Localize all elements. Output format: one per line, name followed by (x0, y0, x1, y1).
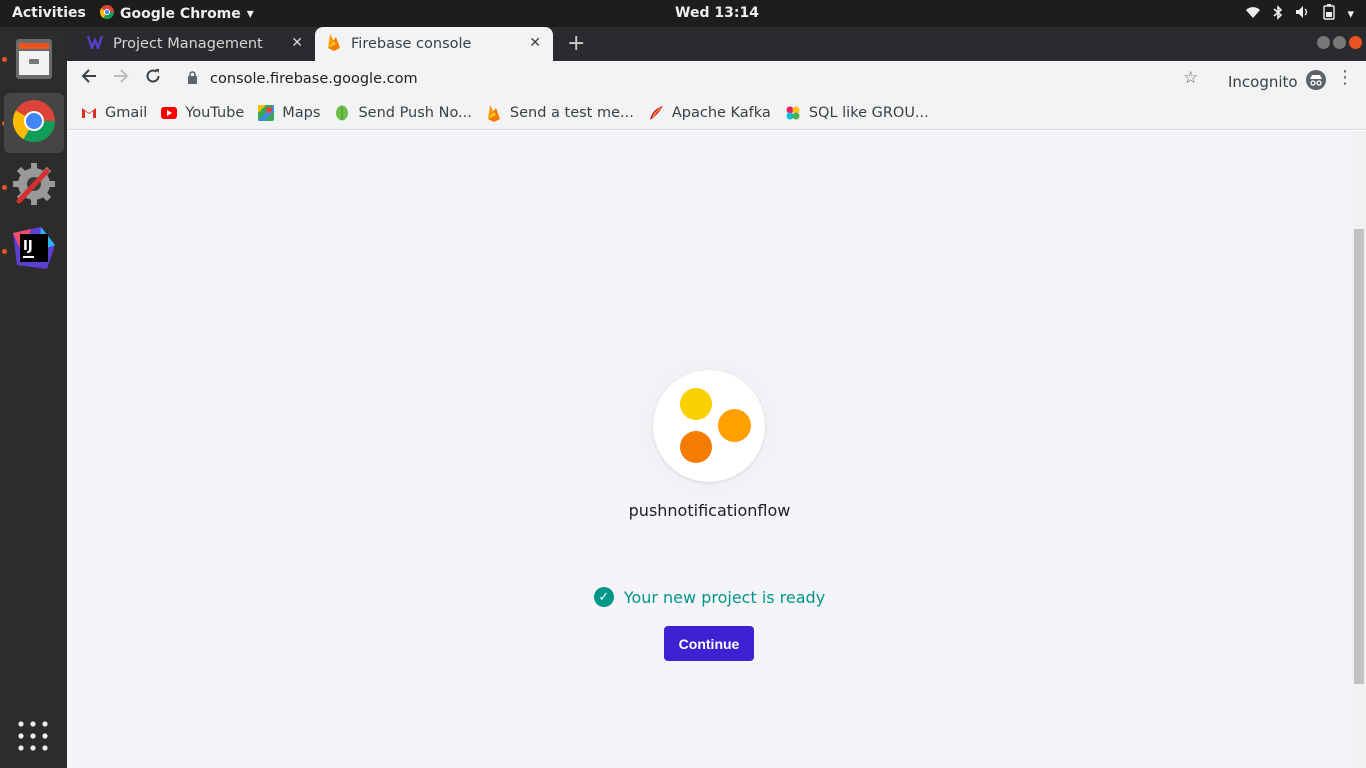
minimize-icon[interactable] (1317, 36, 1330, 49)
bookmark-label: SQL like GROU... (808, 105, 929, 121)
tab-title: Project Management (113, 36, 263, 52)
battery-icon (1323, 4, 1336, 24)
firebase-page: pushnotificationflow ✓ Your new project … (67, 131, 1352, 768)
incognito-indicator[interactable]: Incognito (1228, 70, 1326, 94)
activities-button[interactable]: Activities (12, 5, 86, 21)
back-arrow-icon[interactable] (81, 68, 97, 89)
youtube-icon (161, 105, 178, 121)
bookmark-youtube[interactable]: YouTube (161, 105, 244, 121)
gmail-icon (81, 105, 97, 121)
window-controls (1317, 36, 1362, 49)
chrome-small-icon (100, 5, 114, 23)
maximize-icon[interactable] (1333, 36, 1346, 49)
dock: IJ (0, 27, 67, 768)
tab-firebase-console[interactable]: Firebase console ✕ (315, 27, 553, 61)
settings-launcher[interactable] (4, 156, 64, 216)
bookmark-gmail[interactable]: Gmail (81, 105, 147, 121)
kafka-icon (648, 105, 664, 121)
bookmarks-bar: Gmail YouTube Maps Send Push No... Send … (67, 97, 1366, 130)
bookmark-apache-kafka[interactable]: Apache Kafka (648, 105, 771, 121)
more-menu-icon[interactable]: ⋮ (1336, 67, 1354, 88)
bookmark-star-icon[interactable]: ☆ (1183, 68, 1198, 88)
settings-tools-icon (11, 161, 57, 211)
svg-text:IJ: IJ (23, 239, 33, 254)
page-scrollbar[interactable] (1352, 131, 1366, 768)
firebase-icon (486, 105, 502, 122)
app-menu-label: Google Chrome (120, 6, 241, 22)
wifi-icon (1245, 5, 1261, 23)
new-tab-icon[interactable]: + (567, 31, 585, 56)
project-name: pushnotificationflow (628, 501, 791, 520)
bookmark-label: Send a test me... (509, 105, 634, 121)
status-text: Your new project is ready (623, 587, 826, 607)
leaf-icon (334, 105, 350, 121)
close-tab-icon[interactable]: ✕ (529, 35, 541, 51)
incognito-label: Incognito (1228, 73, 1298, 91)
files-launcher[interactable] (4, 31, 64, 91)
forward-arrow-icon[interactable] (113, 68, 129, 89)
logo-dot-orange (680, 431, 712, 463)
file-cabinet-icon (13, 37, 55, 85)
status-message: ✓ Your new project is ready (67, 587, 1352, 607)
show-applications-icon (17, 721, 49, 756)
bookmark-label: Maps (282, 105, 321, 121)
bookmark-label: Send Push No... (358, 105, 472, 121)
maps-icon (258, 105, 275, 121)
browser-toolbar: console.firebase.google.com ☆ Incognito … (67, 61, 1366, 97)
close-tab-icon[interactable]: ✕ (291, 35, 303, 51)
system-top-bar: Activities Google Chrome ▾ Wed 13:14 ▾ (0, 0, 1366, 27)
bookmark-label: YouTube (185, 105, 245, 121)
bookmark-sql-group[interactable]: SQL like GROU... (785, 105, 929, 121)
show-applications-button[interactable] (17, 720, 49, 752)
intellij-launcher[interactable]: IJ (4, 220, 64, 280)
tab-title: Firebase console (351, 36, 472, 52)
system-tray[interactable]: ▾ (1245, 4, 1354, 24)
bookmark-send-test[interactable]: Send a test me... (486, 105, 634, 122)
scrollbar-thumb[interactable] (1354, 229, 1364, 684)
continue-button[interactable]: Continue (664, 626, 754, 661)
bookmark-maps[interactable]: Maps (258, 105, 320, 121)
intellij-icon: IJ (11, 225, 57, 275)
clock[interactable]: Wed 13:14 (675, 5, 759, 21)
app-menu[interactable]: Google Chrome ▾ (100, 5, 254, 23)
chevron-down-icon: ▾ (246, 6, 254, 22)
check-circle-icon: ✓ (593, 587, 614, 607)
volume-icon (1295, 5, 1311, 23)
incognito-icon (1305, 70, 1326, 94)
chrome-launcher[interactable] (4, 93, 64, 153)
bookmark-send-push[interactable]: Send Push No... (334, 105, 472, 121)
chrome-icon (12, 99, 56, 147)
bookmark-label: Gmail (105, 105, 148, 121)
chevron-down-icon: ▾ (1347, 6, 1354, 22)
lock-icon (187, 70, 198, 88)
tab-strip: Project Management ✕ Firebase console ✕ … (67, 27, 1366, 61)
bluetooth-icon (1273, 4, 1283, 24)
reload-icon[interactable] (145, 68, 161, 89)
project-management-favicon-icon (86, 35, 104, 53)
close-window-icon[interactable] (1349, 36, 1362, 49)
logo-dot-amber (718, 409, 751, 442)
bookmark-label: Apache Kafka (671, 105, 771, 121)
url-text: console.firebase.google.com (210, 71, 418, 87)
project-logo (653, 370, 765, 482)
tab-project-management[interactable]: Project Management ✕ (79, 27, 315, 61)
logo-dot-yellow (680, 388, 712, 420)
sql-icon (785, 105, 801, 121)
firebase-favicon-icon (327, 33, 341, 55)
address-bar[interactable]: console.firebase.google.com (175, 65, 1205, 93)
